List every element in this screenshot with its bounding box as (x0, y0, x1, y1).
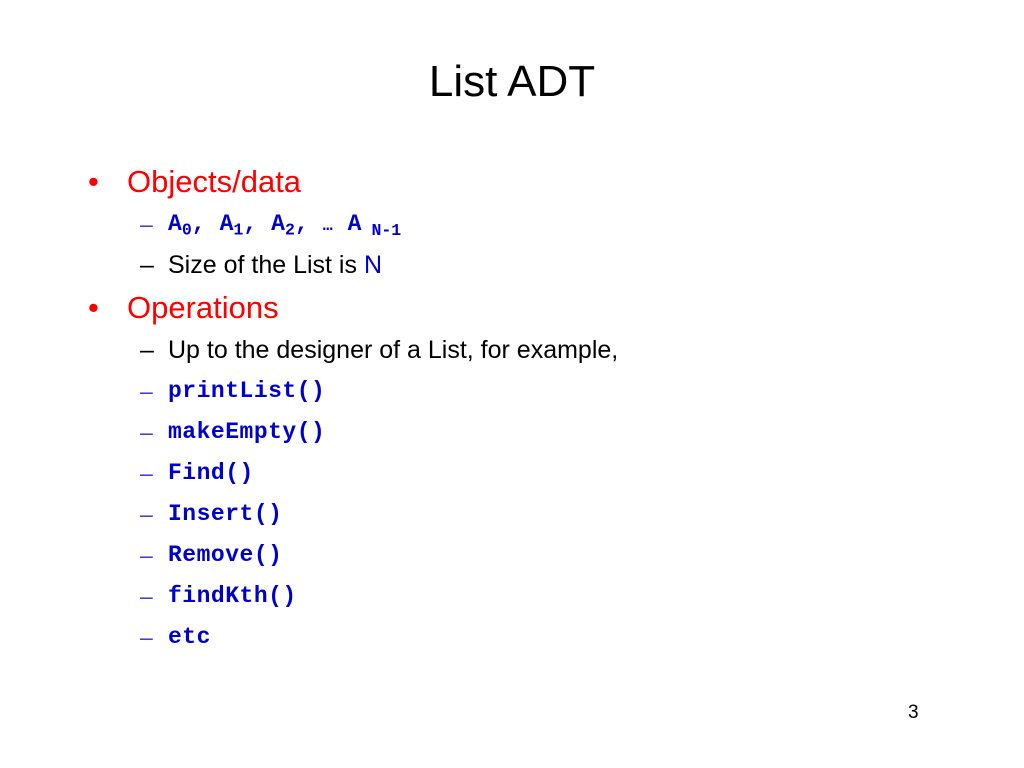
operation-label: findKth() (168, 583, 297, 609)
sequence-term-subscript: 0 (181, 220, 192, 240)
dash-bullet-icon: – (140, 624, 153, 650)
sequence-term: A2, (271, 211, 309, 240)
operation-label: Find() (168, 460, 254, 486)
sequence-term-subscript: 2 (284, 220, 295, 240)
bullet-operations: • Operations (0, 286, 1024, 330)
sub-item-list-size: – Size of the List is N (0, 245, 1024, 286)
operation-remove: – Remove() (0, 535, 1024, 576)
slide-body: • Objects/data – A0, A1, A2,… A N-1 – Size o… (0, 160, 1024, 658)
operation-make-empty: – makeEmpty() (0, 412, 1024, 453)
sequence-term-separator: , (294, 211, 309, 237)
sequence-last-term: A (347, 211, 362, 237)
sequence-ellipsis: … (322, 215, 334, 235)
designer-note-text: Up to the designer of a List, for exampl… (168, 336, 619, 364)
page-number: 3 (908, 702, 919, 723)
dash-bullet-icon: – (140, 460, 153, 486)
dash-bullet-icon: – (140, 211, 153, 237)
sequence-term: A0, (168, 211, 206, 240)
bullet-dot-icon: • (88, 164, 99, 199)
bullet-objects-data-label: Objects/data (127, 164, 302, 199)
dash-bullet-icon: – (140, 251, 154, 279)
dash-bullet-icon: – (140, 378, 153, 404)
dash-bullet-icon: – (140, 419, 153, 445)
operation-label: etc (168, 624, 211, 650)
slide-canvas: List ADT • Objects/data – A0, A1, A2,… A N-1… (0, 0, 1024, 768)
sequence-term-separator: , (243, 211, 258, 237)
sequence-term-subscript: 1 (233, 220, 244, 240)
bullet-objects-data: • Objects/data (0, 160, 1024, 204)
operation-insert: – Insert() (0, 494, 1024, 535)
operation-find-kth: – findKth() (0, 576, 1024, 617)
dash-bullet-icon: – (140, 336, 154, 364)
sequence-term-separator: , (191, 211, 206, 237)
operation-print-list: – printList() (0, 371, 1024, 412)
operation-label: printList() (168, 378, 326, 404)
operation-label: makeEmpty() (168, 419, 326, 445)
operation-find: – Find() (0, 453, 1024, 494)
bullet-operations-label: Operations (127, 290, 279, 325)
operation-etc: – etc (0, 617, 1024, 658)
dash-bullet-icon: – (140, 542, 153, 568)
bullet-dot-icon: • (88, 290, 99, 325)
sequence-term: A1, (219, 211, 258, 240)
operation-label: Remove() (168, 542, 283, 568)
operation-label: Insert() (168, 501, 283, 527)
list-size-highlight: N (363, 251, 382, 279)
sub-item-designer-note: – Up to the designer of a List, for exam… (0, 330, 1024, 371)
dash-bullet-icon: – (140, 583, 153, 609)
element-sequence-text: A0, A1, A2,… A N-1 (168, 204, 401, 251)
sub-item-element-sequence: – A0, A1, A2,… A N-1 (0, 204, 1024, 245)
dash-bullet-icon: – (140, 501, 153, 527)
list-size-text: Size of the List is N (168, 245, 382, 286)
page-title: List ADT (428, 57, 596, 106)
list-size-prefix: Size of the List is (168, 251, 364, 279)
